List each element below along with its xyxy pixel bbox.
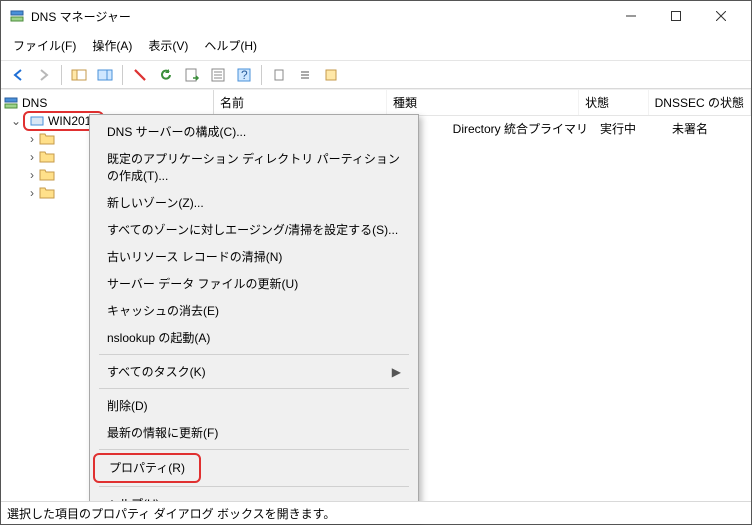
show-hide-console-tree-button[interactable] (68, 64, 90, 86)
menu-properties[interactable]: プロパティ(R) (93, 453, 201, 483)
menu-separator (99, 449, 409, 450)
titlebar: DNS マネージャー (1, 1, 751, 31)
col-name[interactable]: 名前 (214, 90, 387, 115)
delete-button[interactable] (129, 64, 151, 86)
expander-icon[interactable]: › (25, 150, 39, 164)
col-type[interactable]: 種類 (387, 90, 579, 115)
forward-button[interactable] (33, 64, 55, 86)
menu-all-tasks[interactable]: すべてのタスク(K) ▶ (93, 358, 415, 385)
menu-refresh[interactable]: 最新の情報に更新(F) (93, 419, 415, 446)
folder-icon (39, 149, 55, 165)
dns-root-icon (3, 95, 19, 111)
menu-create-app-dir-partition[interactable]: 既定のアプリケーション ディレクトリ パーティションの作成(T)... (93, 145, 415, 189)
menu-set-aging[interactable]: すべてのゾーンに対しエージング/清掃を設定する(S)... (93, 216, 415, 243)
col-status[interactable]: 状態 (579, 90, 649, 115)
expander-icon[interactable]: › (25, 132, 39, 146)
folder-icon (39, 131, 55, 147)
menu-clear-cache[interactable]: キャッシュの消去(E) (93, 297, 415, 324)
menu-all-tasks-label: すべてのタスク(K) (107, 363, 206, 380)
menu-action[interactable]: 操作(A) (84, 33, 140, 58)
server-icon (29, 113, 45, 129)
show-hide-action-pane-button[interactable] (94, 64, 116, 86)
help-button[interactable]: ? (233, 64, 255, 86)
cell-status: 実行中 (594, 118, 666, 139)
menu-view[interactable]: 表示(V) (140, 33, 196, 58)
properties-button[interactable] (207, 64, 229, 86)
statusbar-text: 選択した項目のプロパティ ダイアログ ボックスを開きます。 (7, 507, 335, 521)
statusbar: 選択した項目のプロパティ ダイアログ ボックスを開きます。 (1, 501, 751, 524)
expander-open-icon[interactable]: ⌄ (9, 114, 23, 128)
export-list-button[interactable] (181, 64, 203, 86)
back-button[interactable] (7, 64, 29, 86)
menu-update-server-data[interactable]: サーバー データ ファイルの更新(U) (93, 270, 415, 297)
window-title: DNS マネージャー (31, 8, 608, 25)
menu-new-zone[interactable]: 新しいゾーン(Z)... (93, 189, 415, 216)
menu-separator (99, 388, 409, 389)
list-button[interactable] (294, 64, 316, 86)
close-button[interactable] (698, 1, 743, 31)
menu-file[interactable]: ファイル(F) (5, 33, 84, 58)
tree-root-dns[interactable]: DNS (3, 94, 211, 112)
list-header: 名前 種類 状態 DNSSEC の状態 (214, 90, 751, 116)
context-menu: DNS サーバーの構成(C)... 既定のアプリケーション ディレクトリ パーテ… (89, 114, 419, 521)
maximize-button[interactable] (653, 1, 698, 31)
menubar: ファイル(F) 操作(A) 表示(V) ヘルプ(H) (1, 31, 751, 60)
app-icon (9, 8, 25, 24)
menu-scavenge-records[interactable]: 古いリソース レコードの清掃(N) (93, 243, 415, 270)
refresh-button[interactable] (155, 64, 177, 86)
details-button[interactable] (320, 64, 342, 86)
cell-type: Directory 統合プライマリ (394, 118, 594, 139)
folder-icon (39, 185, 55, 201)
menu-separator (99, 354, 409, 355)
folder-icon (39, 167, 55, 183)
submenu-arrow-icon: ▶ (392, 365, 401, 379)
menu-help[interactable]: ヘルプ(H) (196, 33, 265, 58)
menu-configure-dns[interactable]: DNS サーバーの構成(C)... (93, 118, 415, 145)
toolbar: ? (1, 61, 751, 89)
cell-dnssec: 未署名 (666, 118, 751, 139)
svg-text:?: ? (241, 68, 248, 82)
menu-delete[interactable]: 削除(D) (93, 392, 415, 419)
expander-icon[interactable]: › (25, 168, 39, 182)
minimize-button[interactable] (608, 1, 653, 31)
col-dnssec[interactable]: DNSSEC の状態 (649, 90, 751, 115)
tree-root-label: DNS (22, 96, 47, 110)
expander-icon[interactable]: › (25, 186, 39, 200)
menu-launch-nslookup[interactable]: nslookup の起動(A) (93, 324, 415, 351)
filter-button[interactable] (268, 64, 290, 86)
menu-separator (99, 486, 409, 487)
